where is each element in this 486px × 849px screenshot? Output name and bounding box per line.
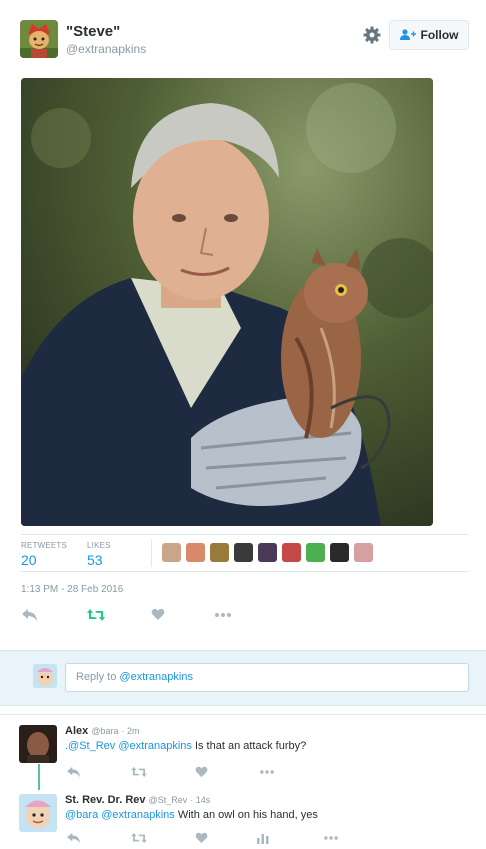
section-divider	[0, 714, 486, 715]
liker-avatar[interactable]	[162, 543, 181, 562]
more-icon[interactable]	[323, 831, 341, 849]
reply-text: .@St_Rev @extranapkins Is that an attack…	[65, 740, 306, 752]
reply-time[interactable]: 2m	[127, 726, 140, 736]
follow-button[interactable]: Follow	[389, 20, 469, 50]
retweets-stat[interactable]: RETWEETS 20	[21, 541, 67, 568]
author-name[interactable]: "Steve"	[66, 23, 120, 40]
liker-avatar[interactable]	[330, 543, 349, 562]
thread-line	[38, 764, 40, 790]
reply-mention: @extranapkins	[119, 671, 193, 683]
like-icon[interactable]	[195, 831, 213, 849]
current-user-avatar	[33, 664, 57, 688]
tweet-timestamp[interactable]: 1:13 PM - 28 Feb 2016	[21, 584, 123, 595]
reply-body: With an owl on his hand, yes	[174, 809, 318, 821]
reply-author-handle[interactable]: @bara	[91, 726, 118, 736]
likes-count[interactable]: 53	[87, 552, 111, 568]
reply-actions	[67, 831, 338, 849]
reply-icon[interactable]	[22, 608, 40, 626]
likes-label: LIKES	[87, 541, 111, 550]
reply-tweet[interactable]: St. Rev. Dr. Rev @St_Rev · 14s @bara @ex…	[19, 794, 479, 849]
like-icon[interactable]	[151, 608, 169, 626]
reply-body: Is that an attack furby?	[191, 740, 307, 752]
reply-input[interactable]: Reply to @extranapkins	[65, 663, 469, 692]
follow-person-icon	[399, 29, 416, 41]
reply-header: Alex @bara · 2m	[65, 725, 140, 737]
liker-avatars	[162, 543, 373, 562]
reply-prefix: Reply to	[76, 671, 120, 683]
liker-avatar[interactable]	[210, 543, 229, 562]
tweet-actions	[22, 608, 252, 626]
engagement-stats: RETWEETS 20 LIKES 53	[21, 534, 469, 572]
more-icon[interactable]	[214, 608, 232, 626]
retweets-label: RETWEETS	[21, 541, 68, 550]
more-icon[interactable]	[259, 765, 277, 783]
gear-icon[interactable]	[362, 25, 382, 45]
reply-icon[interactable]	[67, 831, 85, 849]
reply-author-name[interactable]: St. Rev. Dr. Rev	[65, 794, 146, 806]
retweet-icon[interactable]	[87, 608, 105, 626]
reply-tweet[interactable]: Alex @bara · 2m .@St_Rev @extranapkins I…	[19, 725, 479, 781]
reply-author-handle[interactable]: @St_Rev	[149, 795, 188, 805]
stats-divider	[151, 539, 152, 567]
liker-avatar[interactable]	[282, 543, 301, 562]
liker-avatar[interactable]	[306, 543, 325, 562]
retweet-icon[interactable]	[131, 831, 149, 849]
reply-author-name[interactable]: Alex	[65, 725, 88, 737]
author-handle[interactable]: @extranapkins	[66, 42, 146, 56]
likes-stat[interactable]: LIKES 53	[87, 541, 111, 568]
reply-header: St. Rev. Dr. Rev @St_Rev · 14s	[65, 794, 211, 806]
retweet-icon[interactable]	[131, 765, 149, 783]
reply-mentions[interactable]: @bara @extranapkins	[65, 809, 175, 821]
author-avatar[interactable]	[20, 20, 58, 58]
reply-avatar[interactable]	[19, 725, 57, 763]
tweet-photo[interactable]	[21, 78, 433, 526]
liker-avatar[interactable]	[354, 543, 373, 562]
reply-mentions[interactable]: .@St_Rev @extranapkins	[65, 740, 192, 752]
tweet-header: "Steve" @extranapkins Follow	[20, 20, 470, 60]
liker-avatar[interactable]	[234, 543, 253, 562]
analytics-icon[interactable]	[257, 831, 275, 849]
reply-icon[interactable]	[67, 765, 85, 783]
reply-avatar[interactable]	[19, 794, 57, 832]
reply-actions	[67, 765, 297, 781]
liker-avatar[interactable]	[258, 543, 277, 562]
follow-label: Follow	[420, 28, 459, 42]
liker-avatar[interactable]	[186, 543, 205, 562]
retweets-count[interactable]: 20	[21, 552, 67, 568]
reply-text: @bara @extranapkins With an owl on his h…	[65, 809, 318, 821]
reply-time[interactable]: 14s	[196, 795, 211, 805]
like-icon[interactable]	[195, 765, 213, 783]
